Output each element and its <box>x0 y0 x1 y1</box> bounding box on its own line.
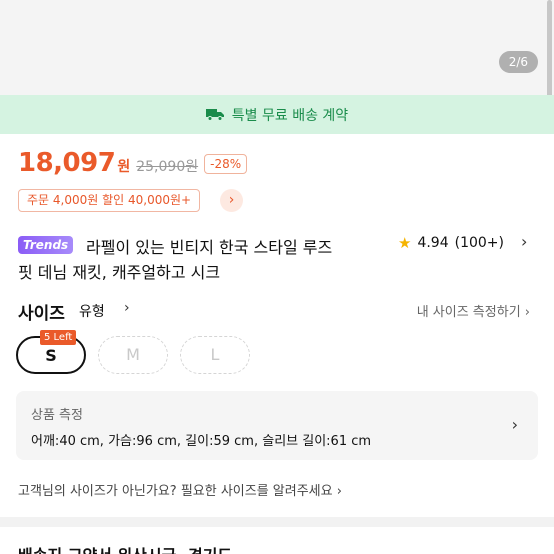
price-row: 18,097 원 25,090원 -28% <box>18 148 248 178</box>
rating-value: 4.94 <box>417 235 449 251</box>
sale-price: 18,097 <box>18 148 116 178</box>
shipping-banner: 특별 무료 배송 계약 <box>0 95 554 134</box>
product-image-area[interactable]: 2/6 <box>0 0 554 95</box>
product-title-line2: 핏 데님 재킷, 캐주얼하고 시크 <box>18 263 221 282</box>
measurement-title: 상품 측정 <box>31 408 83 423</box>
size-heading: 사이즈 <box>18 304 65 324</box>
coupon-offer[interactable]: 주문 4,000원 할인 40,000원+ <box>18 189 201 212</box>
measurement-label: 가슴: <box>108 434 137 449</box>
original-price: 25,090원 <box>136 159 199 175</box>
measurement-value: 40 cm, <box>59 434 104 449</box>
image-counter: 2/6 <box>498 51 538 73</box>
measurement-label: 어깨: <box>31 434 60 449</box>
truck-icon <box>205 109 224 121</box>
measure-my-size-link[interactable]: 내 사이즈 측정하기 › <box>417 301 530 320</box>
stock-badge: 5 Left <box>40 330 77 345</box>
measurement-value: 61 cm <box>330 434 372 449</box>
chevron-right-icon[interactable]: › <box>124 300 130 316</box>
discount-badge: -28% <box>204 154 248 174</box>
review-count: (100+) <box>454 235 505 251</box>
trends-badge: Trends <box>18 236 74 254</box>
star-icon: ★ <box>398 234 412 252</box>
shipping-text: 특별 무료 배송 계약 <box>231 107 349 124</box>
rating[interactable]: ★ 4.94 (100+) <box>398 234 504 252</box>
price-unit: 원 <box>117 159 131 175</box>
measurement-value: 96 cm, <box>136 434 182 449</box>
size-option-l[interactable]: L <box>180 336 250 374</box>
size-option-m[interactable]: M <box>98 336 168 374</box>
coupon-chevron-icon[interactable]: › <box>220 189 243 212</box>
measurement-box[interactable]: 상품 측정 어깨:40 cm, 가슴:96 cm, 길이:59 cm, 슬리브 … <box>16 391 538 460</box>
product-title-line1: 라펠이 있는 빈티지 한국 스타일 루즈 <box>86 238 333 257</box>
chevron-right-icon[interactable]: › <box>512 415 518 434</box>
measurement-values: 어깨:40 cm, 가슴:96 cm, 길이:59 cm, 슬리브 길이:61 … <box>31 430 371 449</box>
measurement-value: 59 cm, <box>213 434 259 449</box>
size-feedback-link[interactable]: 고객님의 사이즈가 아닌가요? 필요한 사이즈를 알려주세요 › <box>18 480 342 499</box>
measurement-label: 길이: <box>185 434 214 449</box>
size-type-button[interactable]: 유형 <box>79 301 105 321</box>
measurement-label: 슬리브 길이: <box>262 434 331 449</box>
chevron-right-icon[interactable]: › <box>521 232 527 251</box>
section-divider <box>0 517 554 527</box>
next-section-title: 배송지 교약서 위산시급, 경기도 <box>18 542 232 554</box>
